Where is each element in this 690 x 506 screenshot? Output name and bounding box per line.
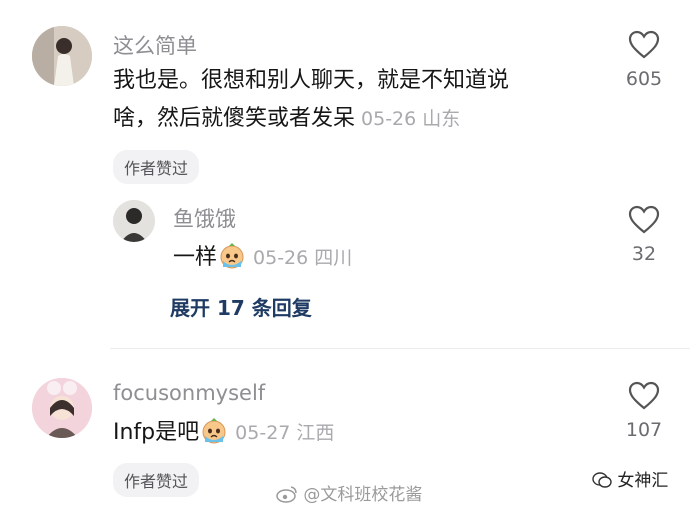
crying-emoji-icon xyxy=(220,243,244,269)
reply-username[interactable]: 鱼饿饿 xyxy=(173,203,236,233)
brand-text: 女神汇 xyxy=(617,471,669,491)
heart-icon xyxy=(628,381,660,410)
avatar-portrait-icon xyxy=(32,26,92,86)
comment-meta: 05-27 江西 xyxy=(235,422,335,444)
comment-meta: 05-26 山东 xyxy=(361,108,461,130)
author-liked-badge: 作者赞过 xyxy=(113,150,200,184)
comment-text-line2: 啥，然后就傻笑或者发呆 05-26 山东 xyxy=(113,100,593,138)
like-button[interactable]: 605 xyxy=(614,30,674,90)
avatar-portrait-icon xyxy=(113,200,155,242)
comment-text-body: Infp是吧 xyxy=(113,420,200,445)
reply-text: 一样 05-26 四川 xyxy=(173,239,352,277)
comment-text: Infp是吧 05-27 江西 xyxy=(113,414,334,452)
avatar-portrait-icon xyxy=(32,378,92,438)
avatar[interactable] xyxy=(32,378,92,438)
heart-icon xyxy=(628,30,660,59)
weibo-icon xyxy=(276,486,297,503)
comment-text-line2-text: 啥，然后就傻笑或者发呆 xyxy=(113,106,356,131)
reply-text-body: 一样 xyxy=(173,245,218,270)
comment-username[interactable]: focusonmyself xyxy=(113,381,265,405)
comment-text: 我也是。很想和别人聊天，就是不知道说 啥，然后就傻笑或者发呆 05-26 山东 xyxy=(113,62,593,138)
weibo-watermark: @文科班校花酱 xyxy=(276,480,422,505)
like-count: 107 xyxy=(625,419,663,441)
reply-meta: 05-26 四川 xyxy=(253,247,353,269)
author-liked-badge: 作者赞过 xyxy=(113,463,200,497)
crying-emoji-icon xyxy=(202,418,226,444)
brand-watermark: 女神汇 xyxy=(592,466,668,491)
wechat-icon xyxy=(592,472,612,488)
heart-icon xyxy=(628,205,660,234)
reply-like-button[interactable]: 32 xyxy=(614,205,674,265)
reply-avatar[interactable] xyxy=(113,200,155,242)
like-button[interactable]: 107 xyxy=(614,381,674,441)
comment-username[interactable]: 这么简单 xyxy=(113,30,197,60)
like-count: 605 xyxy=(625,68,663,90)
divider xyxy=(110,348,690,349)
avatar[interactable] xyxy=(32,26,92,86)
expand-replies-link[interactable]: 展开 17 条回复 xyxy=(170,292,312,321)
watermark-text: @文科班校花酱 xyxy=(303,485,423,505)
comment-text-line1: 我也是。很想和别人聊天，就是不知道说 xyxy=(113,68,510,93)
reply-like-count: 32 xyxy=(631,243,657,265)
